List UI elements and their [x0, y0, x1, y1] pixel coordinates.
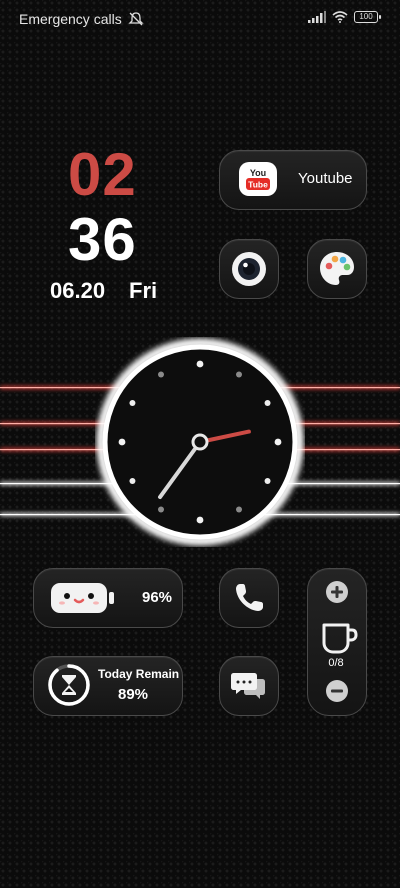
clock-center-pin — [191, 433, 209, 451]
camera-icon — [232, 252, 266, 286]
water-count: 0/8 — [328, 657, 344, 669]
camera-app-button[interactable] — [219, 239, 279, 299]
clock-minute: 36 — [68, 206, 137, 273]
battery-face-icon — [51, 583, 114, 613]
signal-icon — [308, 11, 326, 23]
phone-app-button[interactable] — [219, 568, 279, 628]
analog-clock[interactable] — [95, 337, 305, 547]
cup-icon — [322, 623, 358, 654]
clock-hour-marker — [118, 438, 126, 446]
clock-hour-marker — [196, 360, 204, 368]
mute-icon — [128, 12, 144, 26]
clock-hour-marker — [236, 371, 242, 378]
water-add-button[interactable] — [325, 580, 349, 604]
youtube-logo-graphic: You Tube — [246, 168, 270, 190]
youtube-logo-icon: You Tube — [239, 162, 277, 196]
messages-icon — [231, 673, 265, 699]
clock-hour-marker — [196, 516, 204, 524]
palette-icon — [320, 252, 354, 285]
svg-text:Tube: Tube — [248, 180, 268, 190]
water-remove-button[interactable] — [325, 679, 349, 703]
phone-icon — [236, 584, 263, 611]
status-bar-left: Emergency calls — [19, 11, 144, 27]
battery-percent: 96% — [142, 589, 173, 606]
messages-app-button[interactable] — [219, 656, 279, 716]
clock-hour-marker — [264, 478, 271, 484]
clock-hour-marker — [236, 506, 242, 513]
youtube-label: Youtube — [298, 170, 353, 187]
today-remain-label: Today Remain — [98, 667, 180, 681]
clock-hour-marker — [264, 400, 271, 406]
svg-text:You: You — [250, 168, 266, 178]
today-remain-value: 89% — [118, 686, 149, 703]
battery-icon: 100 — [354, 11, 381, 23]
clock-hour-marker — [274, 438, 282, 446]
wifi-icon — [332, 11, 348, 23]
clock-weekday: Fri — [129, 278, 158, 303]
carrier-text: Emergency calls — [19, 11, 122, 27]
clock-hour-marker — [129, 400, 136, 406]
hourglass-progress-icon — [48, 664, 90, 706]
themes-app-button[interactable] — [307, 239, 367, 299]
clock-hour-marker — [158, 506, 164, 513]
clock-hour-marker — [129, 478, 136, 484]
status-bar-right: 100 — [308, 11, 381, 23]
clock-hour: 02 — [68, 141, 137, 208]
clock-hour-marker — [158, 371, 164, 378]
clock-date: 06.20 — [50, 278, 106, 303]
battery-level-text: 100 — [359, 12, 373, 21]
